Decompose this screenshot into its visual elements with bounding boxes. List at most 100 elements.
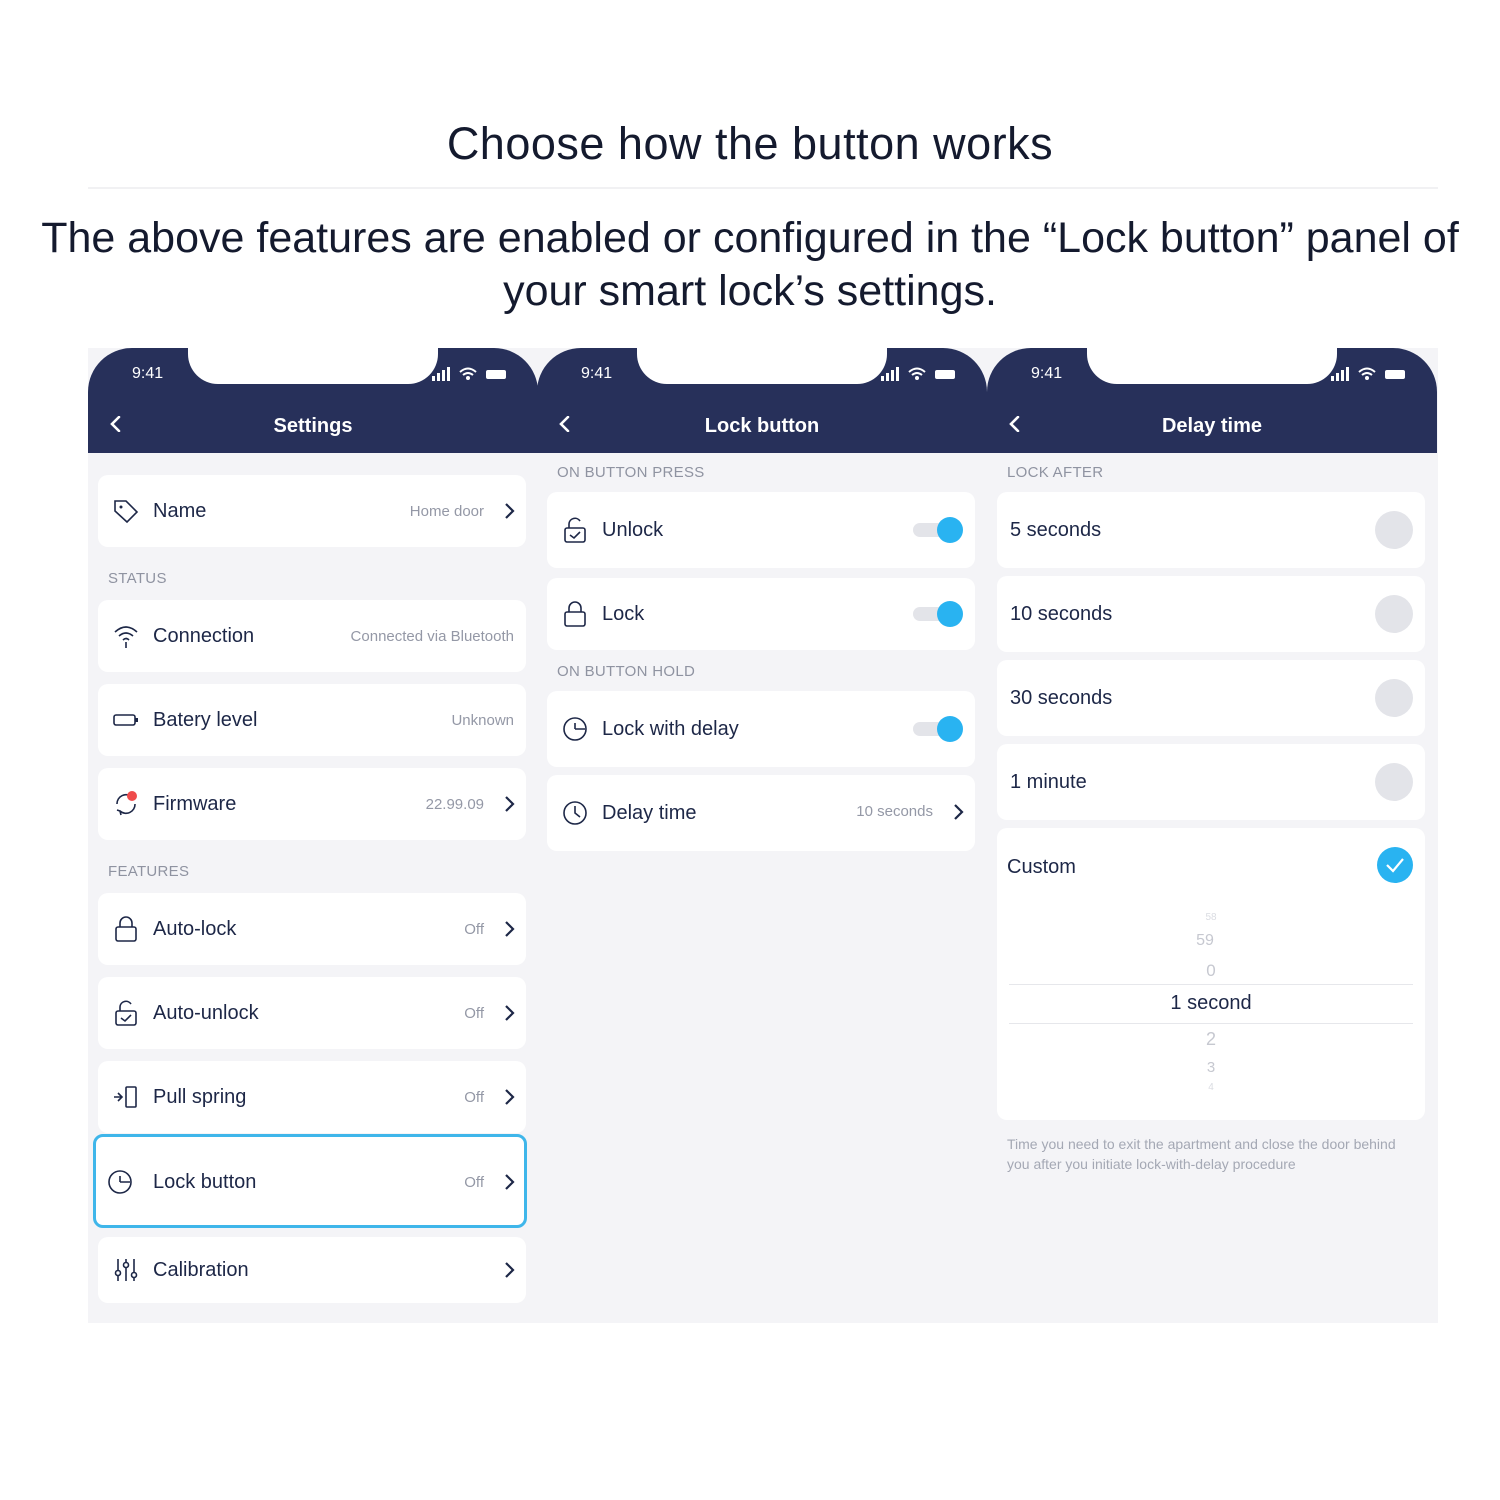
pullspring-label: Pull spring [153,1086,247,1108]
lockbutton-label: Lock button [153,1171,257,1193]
firmware-row[interactable]: Firmware 22.99.09 [98,768,526,840]
calibration-row[interactable]: Calibration [98,1237,526,1303]
page-subheading: The above features are enabled or config… [41,214,1459,315]
lock-toggle[interactable] [911,601,963,627]
lockbutton-row[interactable]: Lock button Off [93,1134,527,1228]
calibration-label: Calibration [153,1259,249,1281]
features-section-label: FEATURES [108,863,190,880]
chevron-right-icon [505,796,515,812]
picker-divider [1009,1023,1413,1024]
chevron-right-icon [505,1174,515,1190]
lockdelay-label: Lock with delay [602,718,739,740]
battery-label: Batery level [153,709,258,731]
divider [88,187,1438,189]
tag-icon [114,500,139,524]
lock-row[interactable]: Lock [547,578,975,650]
connection-value: Connected via Bluetooth [350,628,514,645]
autounlock-row[interactable]: Auto-unlock Off [98,977,526,1049]
delaytime-value: 10 seconds [856,803,933,820]
screen-title: Lock button [704,415,820,437]
pullspring-value: Off [464,1089,484,1106]
lock-delay-icon [563,717,587,741]
status-time: 9:41 [1031,365,1063,382]
autounlock-label: Auto-unlock [153,1002,259,1024]
delaytime-label: Delay time [602,802,697,824]
phone-screens: 9:41 Settings Name Home door STATUS Conn… [88,348,1438,1323]
status-time: 9:41 [581,365,613,382]
nav-header: 9:41 Delay time [987,348,1437,453]
picker-item: 59 [1196,932,1214,949]
wifi-icon [114,626,138,648]
custom-card[interactable]: Custom 58 59 0 1 second 2 3 4 [997,828,1425,1120]
unlock-label: Unlock [602,519,664,541]
picker-item: 0 [1206,961,1216,980]
lock-icon [564,601,586,627]
autounlock-value: Off [464,1005,484,1022]
option-label: 5 seconds [1010,519,1102,541]
option-label: 1 minute [1010,771,1087,793]
screen-title: Settings [273,415,353,437]
name-row[interactable]: Name Home door [98,475,526,547]
lock-button-screen: 9:41 Lock button ON BUTTON PRESS Unlock [537,348,987,1323]
press-section-label: ON BUTTON PRESS [557,464,705,481]
connection-row: Connection Connected via Bluetooth [98,600,526,672]
lock-icon [115,916,137,942]
connection-label: Connection [153,625,255,647]
option-row[interactable]: 10 seconds [997,576,1425,652]
page-heading: Choose how the button works [446,118,1054,169]
unlock-icon [115,1000,137,1026]
battery-row: Batery level Unknown [98,684,526,756]
chevron-right-icon [505,1089,515,1105]
notch [1087,348,1337,384]
settings-screen: 9:41 Settings Name Home door STATUS Conn… [88,348,538,1323]
hold-section-label: ON BUTTON HOLD [557,663,696,680]
chevron-right-icon [505,1262,515,1278]
status-section-label: STATUS [108,570,167,587]
autolock-label: Auto-lock [153,918,237,940]
clock-icon [563,801,587,825]
radio-button[interactable] [1375,679,1413,717]
lockdelay-row[interactable]: Lock with delay [547,691,975,767]
sliders-icon [114,1259,138,1281]
lockdelay-toggle[interactable] [911,716,963,742]
option-row[interactable]: 5 seconds [997,492,1425,568]
chevron-right-icon [505,1005,515,1021]
status-icons [1331,367,1405,381]
option-label: 30 seconds [1010,687,1113,709]
option-label: 10 seconds [1010,603,1113,625]
pullspring-row[interactable]: Pull spring Off [98,1061,526,1133]
autolock-row[interactable]: Auto-lock Off [98,893,526,965]
status-icons [432,367,506,381]
name-label: Name [153,500,207,522]
autolock-value: Off [464,921,484,938]
radio-button[interactable] [1375,511,1413,549]
firmware-value: 22.99.09 [425,796,484,813]
nav-header: 9:41 Settings [88,348,538,453]
nav-header: 9:41 Lock button [537,348,987,453]
pull-spring-icon [114,1086,137,1108]
lock-after-section-label: LOCK AFTER [1007,464,1104,481]
custom-label: Custom [1007,856,1076,878]
lockbutton-value: Off [464,1174,484,1191]
picker-selected: 1 second [1170,992,1252,1014]
unlock-row[interactable]: Unlock [547,492,975,568]
radio-button[interactable] [1375,763,1413,801]
battery-value: Unknown [451,712,514,729]
radio-button[interactable] [1375,595,1413,633]
unlock-toggle[interactable] [911,517,963,543]
hint-text: Time you need to exit the apartment and … [1007,1136,1396,1172]
status-time: 9:41 [132,365,164,382]
chevron-right-icon [505,503,515,519]
unlock-icon [564,517,586,543]
check-icon[interactable] [1377,847,1413,883]
delaytime-row[interactable]: Delay time 10 seconds [547,775,975,851]
update-icon [116,791,137,816]
lock-button-icon [108,1170,132,1194]
notch [637,348,887,384]
option-row[interactable]: 30 seconds [997,660,1425,736]
picker-item: 4 [1208,1082,1214,1093]
picker-divider [1009,984,1413,985]
picker-item: 58 [1205,912,1217,923]
lock-label: Lock [602,603,645,625]
option-row[interactable]: 1 minute [997,744,1425,820]
